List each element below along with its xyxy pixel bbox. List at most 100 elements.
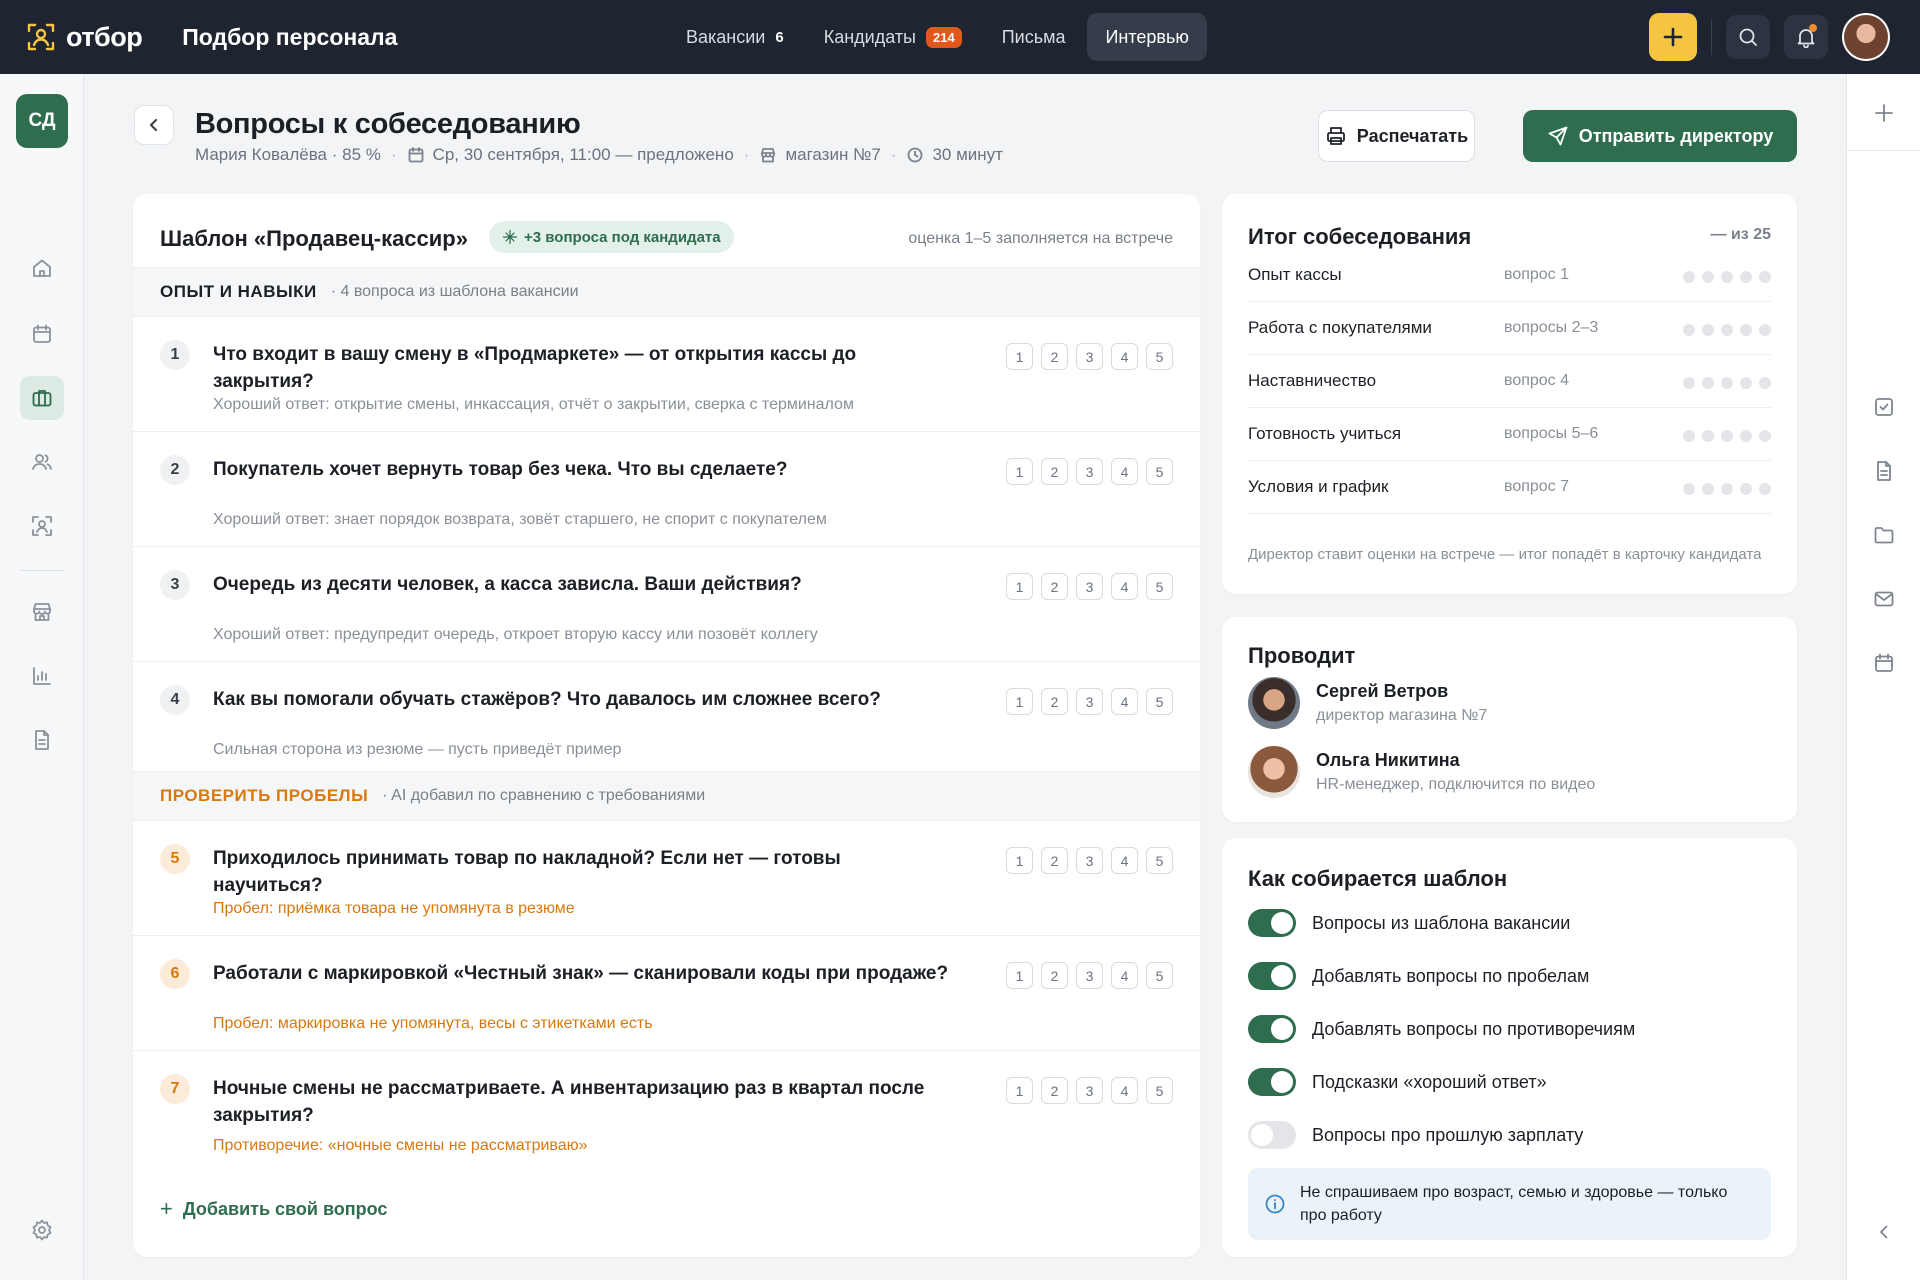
score-button[interactable]: 1 bbox=[1006, 962, 1033, 989]
sidebar-documents[interactable] bbox=[20, 718, 64, 762]
score-button[interactable]: 5 bbox=[1146, 573, 1173, 600]
user-avatar[interactable] bbox=[1842, 13, 1890, 61]
sparkle-icon bbox=[502, 229, 518, 245]
interviewer[interactable]: Ольга Никитина HR-менеджер, подключится … bbox=[1248, 746, 1768, 802]
toggle-switch[interactable] bbox=[1248, 1068, 1296, 1096]
sidebar-candidates[interactable] bbox=[20, 440, 64, 484]
nav-interview[interactable]: Интервью bbox=[1087, 13, 1207, 61]
info-icon bbox=[1265, 1194, 1285, 1214]
score-button[interactable]: 1 bbox=[1006, 343, 1033, 370]
notifications-button[interactable] bbox=[1784, 15, 1828, 59]
back-button[interactable] bbox=[134, 105, 174, 145]
score-button[interactable]: 1 bbox=[1006, 573, 1033, 600]
print-button[interactable]: Распечатать bbox=[1318, 110, 1475, 162]
criterion-questions: вопрос 7 bbox=[1504, 478, 1570, 495]
rail-collapse-button[interactable] bbox=[1867, 1215, 1901, 1249]
nav-candidates[interactable]: Кандидаты 214 bbox=[806, 13, 980, 61]
calendar-icon bbox=[408, 147, 423, 163]
score-button[interactable]: 4 bbox=[1111, 847, 1138, 874]
sidebar-divider bbox=[20, 570, 64, 571]
score-button[interactable]: 5 bbox=[1146, 343, 1173, 370]
ai-questions-chip[interactable]: +3 вопроса под кандидата bbox=[489, 221, 734, 253]
toggle-switch[interactable] bbox=[1248, 1015, 1296, 1043]
separator: · bbox=[390, 145, 397, 164]
org-badge[interactable]: СД bbox=[16, 94, 68, 148]
rail-tasks[interactable] bbox=[1867, 390, 1901, 424]
nav-letters[interactable]: Письма bbox=[984, 13, 1084, 61]
score-button[interactable]: 5 bbox=[1146, 688, 1173, 715]
question-hint: Хороший ответ: предупредит очередь, откр… bbox=[213, 626, 818, 643]
template-settings-card: Как собирается шаблон Вопросы из шаблона… bbox=[1222, 838, 1797, 1257]
score-button[interactable]: 1 bbox=[1006, 458, 1033, 485]
sidebar-analytics[interactable] bbox=[20, 654, 64, 698]
nav-candidates-badge: 214 bbox=[926, 26, 962, 48]
score-button[interactable]: 2 bbox=[1041, 962, 1068, 989]
score-button[interactable]: 5 bbox=[1146, 1077, 1173, 1104]
toggle-switch[interactable] bbox=[1248, 1121, 1296, 1149]
sidebar-home[interactable] bbox=[20, 246, 64, 290]
score-button[interactable]: 4 bbox=[1111, 688, 1138, 715]
sidebar-interviews[interactable] bbox=[20, 504, 64, 548]
sidebar-stores[interactable] bbox=[20, 590, 64, 634]
score-button[interactable]: 5 bbox=[1146, 847, 1173, 874]
score-button[interactable]: 3 bbox=[1076, 458, 1103, 485]
candidate-name[interactable]: Мария Ковалёва · 85 % bbox=[195, 145, 381, 165]
toggle-switch[interactable] bbox=[1248, 962, 1296, 990]
printer-icon bbox=[1326, 127, 1345, 145]
interviewers-title: Проводит bbox=[1248, 643, 1356, 668]
rail-add-button[interactable] bbox=[1867, 96, 1901, 130]
rail-mail[interactable] bbox=[1867, 582, 1901, 616]
score-button[interactable]: 4 bbox=[1111, 458, 1138, 485]
score-button[interactable]: 2 bbox=[1041, 1077, 1068, 1104]
score-buttons: 12345 bbox=[998, 573, 1173, 600]
interviewer[interactable]: Сергей Ветров директор магазина №7 bbox=[1248, 677, 1768, 733]
score-button[interactable]: 1 bbox=[1006, 688, 1033, 715]
score-button[interactable]: 3 bbox=[1076, 847, 1103, 874]
criterion-name: Готовность учиться bbox=[1248, 424, 1402, 443]
nav-vacancies[interactable]: Вакансии 6 bbox=[668, 13, 802, 61]
rail-folders[interactable] bbox=[1867, 518, 1901, 552]
score-button[interactable]: 5 bbox=[1146, 458, 1173, 485]
score-button[interactable]: 3 bbox=[1076, 688, 1103, 715]
question-text: Как вы помогали обучать стажёров? Что да… bbox=[213, 689, 881, 710]
score-button[interactable]: 3 bbox=[1076, 573, 1103, 600]
sidebar-calendar[interactable] bbox=[20, 312, 64, 356]
avatar-photo bbox=[1844, 15, 1888, 59]
score-button[interactable]: 2 bbox=[1041, 573, 1068, 600]
search-button[interactable] bbox=[1726, 15, 1770, 59]
logo[interactable]: отбор bbox=[26, 22, 143, 53]
criterion-name: Условия и график bbox=[1248, 477, 1389, 496]
settings-title: Как собирается шаблон bbox=[1248, 866, 1508, 891]
score-button[interactable]: 2 bbox=[1041, 458, 1068, 485]
question-text: Покупатель хочет вернуть товар без чека.… bbox=[213, 459, 788, 480]
score-button[interactable]: 4 bbox=[1111, 1077, 1138, 1104]
rail-calendar[interactable] bbox=[1867, 646, 1901, 680]
sidebar-vacancies[interactable] bbox=[20, 376, 64, 420]
score-button[interactable]: 4 bbox=[1111, 343, 1138, 370]
score-button[interactable]: 2 bbox=[1041, 688, 1068, 715]
score-button[interactable]: 5 bbox=[1146, 962, 1173, 989]
question-text: Что входит в вашу смену в «Продмаркете» … bbox=[213, 344, 857, 392]
send-to-director-button[interactable]: Отправить директору bbox=[1523, 110, 1797, 162]
score-button[interactable]: 4 bbox=[1111, 573, 1138, 600]
score-button[interactable]: 2 bbox=[1041, 343, 1068, 370]
score-button[interactable]: 3 bbox=[1076, 1077, 1103, 1104]
score-button[interactable]: 4 bbox=[1111, 962, 1138, 989]
rail-documents[interactable] bbox=[1867, 454, 1901, 488]
document-icon bbox=[35, 730, 49, 750]
score-button[interactable]: 3 bbox=[1076, 962, 1103, 989]
send-button-label: Отправить директору bbox=[1578, 125, 1774, 146]
nav-interview-label: Интервью bbox=[1105, 26, 1189, 47]
create-button[interactable] bbox=[1649, 13, 1697, 61]
toggle-switch[interactable] bbox=[1248, 909, 1296, 937]
score-button[interactable]: 2 bbox=[1041, 847, 1068, 874]
add-question-button[interactable]: + Добавить свой вопрос bbox=[160, 1196, 387, 1222]
score-button[interactable]: 3 bbox=[1076, 343, 1103, 370]
calendar-icon bbox=[1875, 653, 1893, 672]
sidebar-settings[interactable] bbox=[20, 1208, 64, 1252]
score-button[interactable]: 1 bbox=[1006, 1077, 1033, 1104]
question-number: 7 bbox=[160, 1074, 190, 1104]
score-buttons: 12345 bbox=[998, 688, 1173, 715]
search-icon bbox=[1739, 28, 1757, 46]
score-button[interactable]: 1 bbox=[1006, 847, 1033, 874]
